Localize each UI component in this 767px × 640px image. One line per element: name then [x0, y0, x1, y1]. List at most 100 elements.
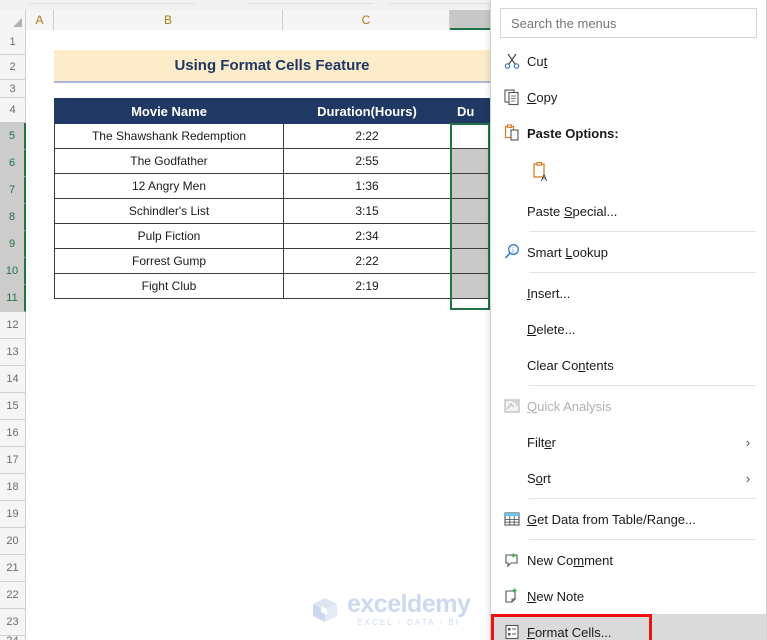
- menu-item-paste-special[interactable]: Paste Special...: [491, 193, 766, 229]
- row-header-12[interactable]: 12: [0, 312, 26, 339]
- copy-icon: [497, 85, 527, 109]
- no-icon: [497, 466, 527, 490]
- column-header-a[interactable]: A: [26, 10, 54, 30]
- cell-movie-name[interactable]: Forrest Gump: [55, 249, 284, 274]
- row-header-label: 17: [6, 454, 18, 466]
- cell-duration2[interactable]: [451, 249, 491, 274]
- cell-movie-name[interactable]: Pulp Fiction: [55, 224, 284, 249]
- cell-movie-name[interactable]: Schindler's List: [55, 199, 284, 224]
- select-all-corner[interactable]: [0, 10, 26, 30]
- menu-item-paste-options[interactable]: Paste Options:: [491, 115, 766, 151]
- cell-duration[interactable]: 2:19: [284, 274, 451, 299]
- no-icon: [497, 199, 527, 223]
- row-header-21[interactable]: 21: [0, 555, 26, 582]
- row-header-6[interactable]: 6: [0, 150, 26, 177]
- cell-movie-name[interactable]: The Godfather: [55, 149, 284, 174]
- sheet-title-banner[interactable]: Using Format Cells Feature: [54, 50, 490, 83]
- cell-movie-name[interactable]: Fight Club: [55, 274, 284, 299]
- row-header-3[interactable]: 3: [0, 80, 26, 98]
- menu-item-get-data[interactable]: Get Data from Table/Range...: [491, 501, 766, 537]
- table-row[interactable]: 12 Angry Men1:36: [55, 174, 491, 199]
- column-header-c[interactable]: C: [283, 10, 450, 30]
- row-header-5[interactable]: 5: [0, 123, 26, 150]
- cell-duration2[interactable]: [451, 174, 491, 199]
- row-header-1[interactable]: 1: [0, 30, 26, 55]
- menu-item-label: Sort: [527, 471, 740, 486]
- menu-item-sort[interactable]: Sort›: [491, 460, 766, 496]
- row-header-17[interactable]: 17: [0, 447, 26, 474]
- table-row[interactable]: Forrest Gump2:22: [55, 249, 491, 274]
- menu-separator: [529, 539, 756, 540]
- menu-item-delete[interactable]: Delete...: [491, 311, 766, 347]
- new-comment-icon: [497, 548, 527, 572]
- menu-item-new-note[interactable]: New Note: [491, 578, 766, 614]
- menu-item-smart-lookup[interactable]: iSmart Lookup: [491, 234, 766, 270]
- menu-item-label: Clear Contents: [527, 358, 756, 373]
- row-header-18[interactable]: 18: [0, 474, 26, 501]
- row-header-22[interactable]: 22: [0, 582, 26, 609]
- paste-values-icon[interactable]: A: [527, 157, 557, 187]
- cell-duration2[interactable]: [451, 224, 491, 249]
- search-input[interactable]: [500, 8, 757, 38]
- menu-item-label: Delete...: [527, 322, 756, 337]
- row-header-label: 19: [6, 508, 18, 520]
- cell-duration2[interactable]: [451, 274, 491, 299]
- table-row[interactable]: Fight Club2:19: [55, 274, 491, 299]
- cell-duration2-active[interactable]: [451, 124, 491, 149]
- col-movie-name[interactable]: Movie Name: [55, 99, 284, 124]
- table-row[interactable]: Pulp Fiction2:34: [55, 224, 491, 249]
- row-header-9[interactable]: 9: [0, 231, 26, 258]
- menu-separator: [529, 231, 756, 232]
- menu-separator: [529, 498, 756, 499]
- row-header-15[interactable]: 15: [0, 393, 26, 420]
- menu-item-copy[interactable]: Copy: [491, 79, 766, 115]
- cell-duration[interactable]: 2:22: [284, 124, 451, 149]
- row-header-label: 24: [6, 635, 18, 640]
- table-row[interactable]: Schindler's List3:15: [55, 199, 491, 224]
- row-header-19[interactable]: 19: [0, 501, 26, 528]
- menu-item-clear-contents[interactable]: Clear Contents: [491, 347, 766, 383]
- format-cells-icon: [497, 620, 527, 640]
- row-header-16[interactable]: 16: [0, 420, 26, 447]
- col-duration-hours[interactable]: Duration(Hours): [284, 99, 451, 124]
- menu-item-filter[interactable]: Filter›: [491, 424, 766, 460]
- table-row[interactable]: The Godfather2:55: [55, 149, 491, 174]
- menu-item-format-cells[interactable]: Format Cells...: [491, 614, 766, 640]
- smart-lookup-icon: i: [497, 240, 527, 264]
- row-header-11[interactable]: 11: [0, 285, 26, 312]
- no-icon: [497, 317, 527, 341]
- row-header-7[interactable]: 7: [0, 177, 26, 204]
- col-duration-2[interactable]: Du: [451, 99, 491, 124]
- row-header-23[interactable]: 23: [0, 609, 26, 636]
- cell-duration[interactable]: 3:15: [284, 199, 451, 224]
- cell-movie-name[interactable]: 12 Angry Men: [55, 174, 284, 199]
- row-header-14[interactable]: 14: [0, 366, 26, 393]
- exceldemy-name: exceldemy: [347, 592, 470, 617]
- cell-duration[interactable]: 2:55: [284, 149, 451, 174]
- menu-item-label: Filter: [527, 435, 740, 450]
- cell-duration[interactable]: 2:34: [284, 224, 451, 249]
- row-header-4[interactable]: 4: [0, 98, 26, 123]
- context-menu-items: CutCopyPaste Options:APaste Special...iS…: [491, 43, 766, 640]
- menu-item-insert[interactable]: Insert...: [491, 275, 766, 311]
- column-header-b[interactable]: B: [54, 10, 283, 30]
- row-header-2[interactable]: 2: [0, 55, 26, 80]
- cell-duration[interactable]: 2:22: [284, 249, 451, 274]
- row-header-20[interactable]: 20: [0, 528, 26, 555]
- row-header-8[interactable]: 8: [0, 204, 26, 231]
- table-row[interactable]: The Shawshank Redemption2:22: [55, 124, 491, 149]
- no-icon: [497, 281, 527, 305]
- cell-duration2[interactable]: [451, 149, 491, 174]
- table-body: The Shawshank Redemption2:22The Godfathe…: [55, 124, 491, 299]
- svg-text:A: A: [541, 173, 547, 183]
- cell-duration2[interactable]: [451, 199, 491, 224]
- menu-item-cut[interactable]: Cut: [491, 43, 766, 79]
- menu-item-new-comment[interactable]: New Comment: [491, 542, 766, 578]
- row-header-label: 13: [6, 346, 18, 358]
- cell-movie-name[interactable]: The Shawshank Redemption: [55, 124, 284, 149]
- row-header-24[interactable]: 24: [0, 636, 26, 640]
- menu-item-label: Format Cells...: [527, 625, 756, 640]
- row-header-13[interactable]: 13: [0, 339, 26, 366]
- row-header-10[interactable]: 10: [0, 258, 26, 285]
- cell-duration[interactable]: 1:36: [284, 174, 451, 199]
